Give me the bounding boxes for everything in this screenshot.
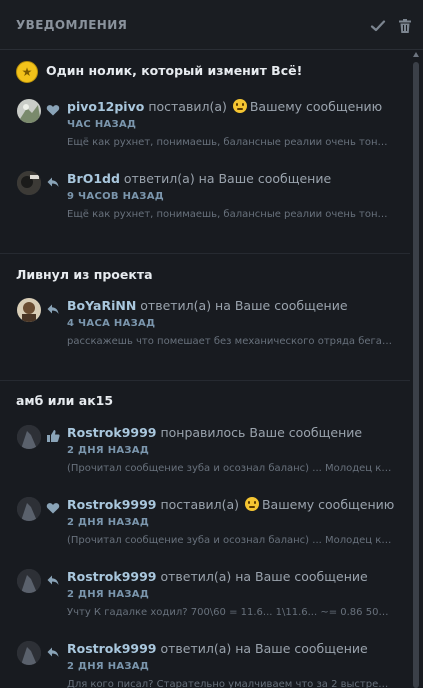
message-excerpt[interactable]: Для кого писал? Старательно умалчиваем ч… <box>67 679 393 688</box>
avatar[interactable] <box>17 99 41 123</box>
trash-icon[interactable] <box>397 18 413 34</box>
avatar[interactable] <box>17 497 41 521</box>
message-excerpt[interactable]: (Прочитал сообщение зуба и осознал балан… <box>67 535 393 546</box>
group-title[interactable]: Один нолик, который изменит Всё! <box>46 63 302 78</box>
reply-icon <box>47 177 59 187</box>
avatar[interactable] <box>17 641 41 665</box>
avatar[interactable] <box>17 171 41 195</box>
target-text: Вашему сообщению <box>261 497 395 512</box>
notification-text: pivo12pivo поставил(а) Вашему сообщению <box>67 99 382 114</box>
timestamp: ЧАС НАЗАД <box>67 119 137 130</box>
notification-item[interactable]: BoYaRiNN ответил(а) на Ваше сообщение 4 … <box>0 296 410 366</box>
username-link[interactable]: BoYaRiNN <box>67 298 136 313</box>
star-icon: ★ <box>16 61 38 83</box>
notification-group: амб или ак15 Rostrok9999 понравилось Ваш… <box>0 380 410 688</box>
notification-group: ★ Один нолик, который изменит Всё! pivo1… <box>0 50 410 253</box>
target-text: Вашему сообщению <box>249 99 383 114</box>
timestamp: 9 ЧАСОВ НАЗАД <box>67 191 164 202</box>
message-excerpt[interactable]: (Прочитал сообщение зуба и осознал балан… <box>67 463 393 474</box>
thumbs-up-icon <box>47 430 60 442</box>
notifications-panel: УВЕДОМЛЕНИЯ ★ Один нолик, который измени… <box>0 0 423 688</box>
action-text: понравилось Ваше сообщение <box>160 425 363 440</box>
timestamp: 2 ДНЯ НАЗАД <box>67 517 150 528</box>
avatar[interactable] <box>17 425 41 449</box>
check-icon[interactable] <box>370 18 386 34</box>
username-link[interactable]: Rostrok9999 <box>67 569 156 584</box>
notification-item[interactable]: pivo12pivo поставил(а) Вашему сообщению … <box>0 97 410 167</box>
username-link[interactable]: Rostrok9999 <box>67 641 156 656</box>
notification-text: BrO1dd ответил(а) на Ваше сообщение <box>67 171 331 186</box>
panel-header: УВЕДОМЛЕНИЯ <box>0 0 423 50</box>
heart-icon <box>46 105 60 116</box>
scrollbar[interactable] <box>412 52 420 688</box>
notification-text: Rostrok9999 ответил(а) на Ваше сообщение <box>67 569 368 584</box>
timestamp: 4 ЧАСА НАЗАД <box>67 318 156 329</box>
scroll-thumb[interactable] <box>413 62 419 688</box>
panel-title: УВЕДОМЛЕНИЯ <box>16 18 128 32</box>
reply-icon <box>47 304 59 314</box>
message-excerpt[interactable]: Ещё как рухнет, понимаешь, балансные реа… <box>67 209 393 220</box>
reply-icon <box>47 647 59 657</box>
action-text: ответил(а) на Ваше сообщение <box>123 171 332 186</box>
notification-item[interactable]: BrO1dd ответил(а) на Ваше сообщение 9 ЧА… <box>0 169 410 239</box>
reply-icon <box>47 575 59 585</box>
thinking-emoji-icon <box>244 497 259 511</box>
username-link[interactable]: BrO1dd <box>67 171 120 186</box>
action-text: поставил(а) <box>160 497 239 512</box>
notification-text: BoYaRiNN ответил(а) на Ваше сообщение <box>67 298 348 313</box>
action-text: ответил(а) на Ваше сообщение <box>140 298 348 313</box>
group-title[interactable]: амб или ак15 <box>16 393 113 408</box>
notification-item[interactable]: Rostrok9999 ответил(а) на Ваше сообщение… <box>0 567 410 637</box>
message-excerpt[interactable]: расскажешь что помешает без механическог… <box>67 336 393 347</box>
heart-icon <box>46 503 60 514</box>
username-link[interactable]: pivo12pivo <box>67 99 144 114</box>
notification-text: Rostrok9999 поставил(а) Вашему сообщению <box>67 497 394 512</box>
group-title[interactable]: Ливнул из проекта <box>16 267 153 282</box>
action-text: ответил(а) на Ваше сообщение <box>160 569 368 584</box>
timestamp: 2 ДНЯ НАЗАД <box>67 661 150 672</box>
action-text: ответил(а) на Ваше сообщение <box>160 641 368 656</box>
username-link[interactable]: Rostrok9999 <box>67 425 156 440</box>
timestamp: 2 ДНЯ НАЗАД <box>67 445 150 456</box>
scroll-up-arrow-icon[interactable] <box>413 52 419 57</box>
notification-group: Ливнул из проекта BoYaRiNN ответил(а) на… <box>0 253 410 380</box>
notification-item[interactable]: Rostrok9999 понравилось Ваше сообщение 2… <box>0 423 410 493</box>
notification-text: Rostrok9999 понравилось Ваше сообщение <box>67 425 362 440</box>
notification-item[interactable]: Rostrok9999 поставил(а) Вашему сообщению… <box>0 495 410 565</box>
sad-emoji-icon <box>232 99 247 113</box>
avatar[interactable] <box>17 298 41 322</box>
notifications-list[interactable]: ★ Один нолик, который изменит Всё! pivo1… <box>0 50 410 688</box>
username-link[interactable]: Rostrok9999 <box>67 497 156 512</box>
message-excerpt[interactable]: Ещё как рухнет, понимаешь, балансные реа… <box>67 137 393 148</box>
action-text: поставил(а) <box>148 99 227 114</box>
notification-text: Rostrok9999 ответил(а) на Ваше сообщение <box>67 641 368 656</box>
message-excerpt[interactable]: Учту К гадалке ходил? 700\60 = 11.6... 1… <box>67 607 393 618</box>
notification-item[interactable]: Rostrok9999 ответил(а) на Ваше сообщение… <box>0 639 410 688</box>
avatar[interactable] <box>17 569 41 593</box>
timestamp: 2 ДНЯ НАЗАД <box>67 589 150 600</box>
